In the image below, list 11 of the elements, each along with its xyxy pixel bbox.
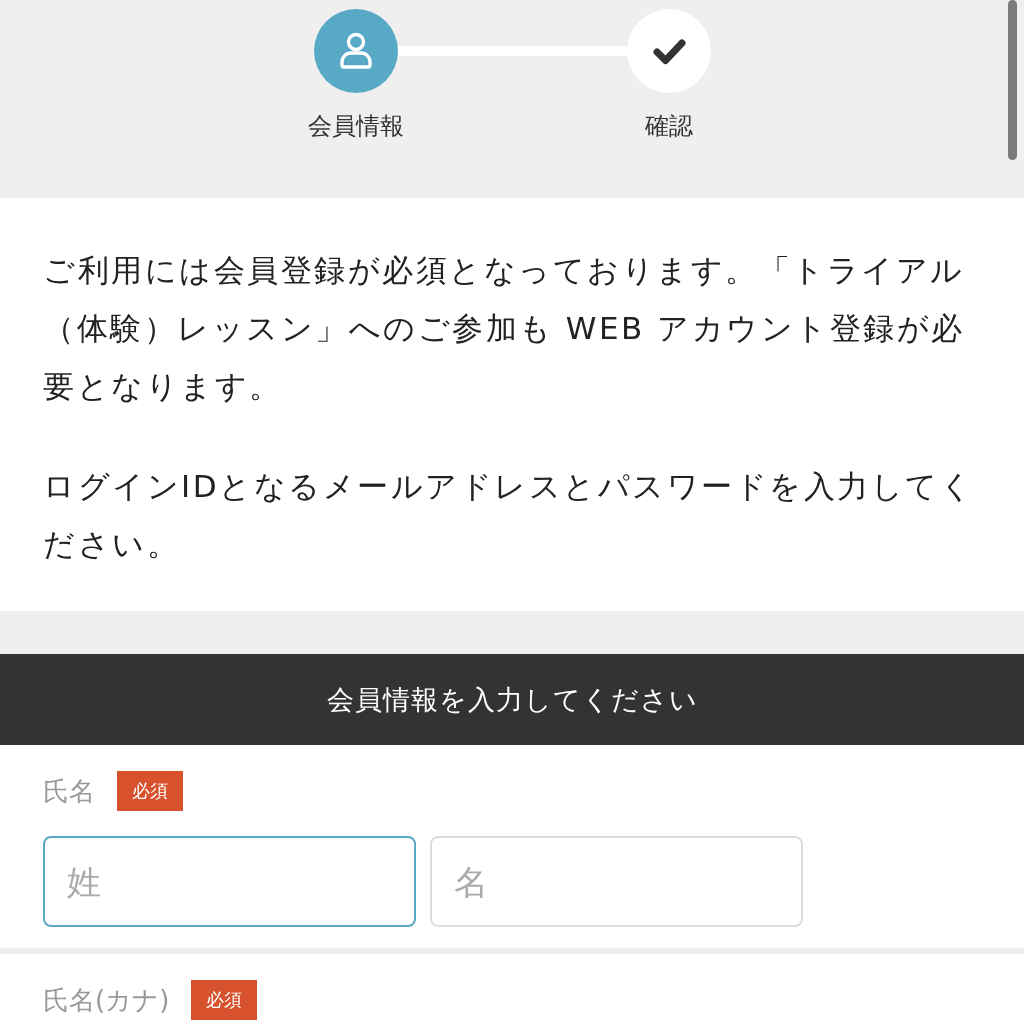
step-label: 確認 [644, 111, 693, 142]
step-label: 会員情報 [307, 111, 404, 142]
intro-paragraph: ログインIDとなるメールアドレスとパスワードを入力してください。 [43, 467, 975, 564]
scrollbar-thumb[interactable] [1008, 0, 1017, 160]
required-badge: 必須 [117, 771, 183, 811]
intro-paragraph: ご利用には会員登録が必須となっております。「トライアル（体験）レッスン」へのご参加も WEB アカウント登録が必要となります。 [43, 251, 966, 406]
field-label: 氏名(カナ) [43, 983, 170, 1017]
name-input[interactable]: 姓 [43, 836, 416, 927]
required-badge: 必須 [191, 980, 258, 1020]
form-title: 会員情報を入力してください [0, 654, 1024, 745]
field-label: 氏名 [43, 774, 95, 808]
